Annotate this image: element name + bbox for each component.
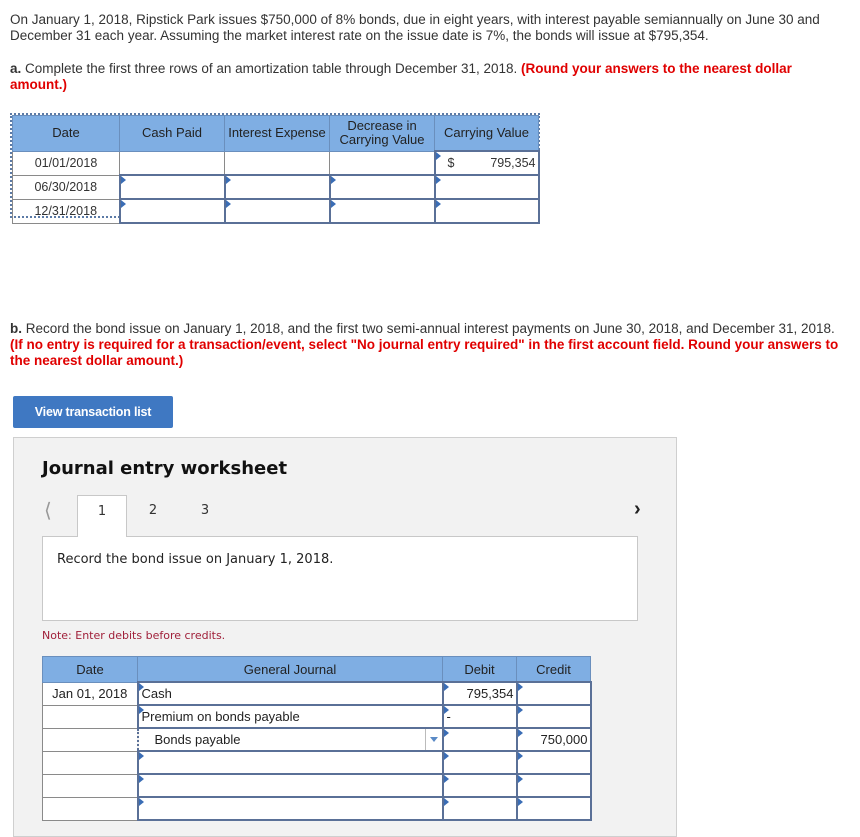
- worksheet-title: Journal entry worksheet: [42, 458, 288, 479]
- journal-row: [42, 796, 592, 821]
- decrease-cell: [329, 150, 435, 176]
- account-input[interactable]: Cash: [136, 681, 444, 706]
- row-date: 12/31/2018: [12, 198, 120, 224]
- interest-expense-input[interactable]: [223, 198, 331, 224]
- journal-header-row: Date General Journal Debit Credit: [42, 656, 591, 683]
- cash-paid-input[interactable]: [118, 174, 226, 200]
- row-date: 06/30/2018: [12, 174, 120, 200]
- amortization-table: Date Cash Paid Interest Expense Decrease…: [10, 113, 540, 224]
- part-a-text: Complete the first three rows of an amor…: [21, 61, 522, 76]
- account-input[interactable]: [136, 796, 444, 821]
- entry-date: [42, 727, 138, 752]
- credit-input[interactable]: [515, 773, 592, 798]
- part-b-text: Record the bond issue on January 1, 2018…: [22, 321, 835, 336]
- header-cash-paid: Cash Paid: [119, 115, 225, 152]
- credit-input[interactable]: [515, 796, 592, 821]
- chevron-left-icon[interactable]: ⟨: [44, 498, 52, 523]
- selected-account: Bonds payable: [154, 732, 241, 747]
- debit-input[interactable]: -: [441, 704, 518, 729]
- entry-date: Jan 01, 2018: [42, 681, 138, 706]
- part-a-label: a.: [10, 61, 22, 76]
- carrying-value-input[interactable]: $795,354: [433, 150, 540, 176]
- journal-row: Bonds payable 750,000: [42, 727, 592, 752]
- account-input[interactable]: Premium on bonds payable: [136, 704, 444, 729]
- amortization-row: 01/01/2018 $795,354: [12, 150, 540, 176]
- account-input[interactable]: [136, 750, 444, 775]
- journal-row: [42, 750, 592, 775]
- debit-input[interactable]: [441, 796, 518, 821]
- credit-input[interactable]: 750,000: [515, 727, 592, 752]
- carrying-value-input[interactable]: [433, 198, 540, 224]
- tab-2[interactable]: 2: [128, 495, 178, 537]
- header-date: Date: [42, 656, 138, 683]
- cash-paid-input[interactable]: [118, 198, 226, 224]
- entry-date: [42, 773, 138, 798]
- decrease-input[interactable]: [328, 198, 436, 224]
- row-date: 01/01/2018: [12, 150, 120, 176]
- note-text: Note: Enter debits before credits.: [42, 629, 226, 642]
- view-transaction-list-button[interactable]: View transaction list: [13, 396, 173, 428]
- part-b-instruction: (If no entry is required for a transacti…: [10, 337, 839, 368]
- entry-date: [42, 796, 138, 821]
- interest-expense-input[interactable]: [223, 174, 331, 200]
- decrease-input[interactable]: [328, 174, 436, 200]
- entry-date: [42, 704, 138, 729]
- header-date: Date: [12, 115, 120, 152]
- dropdown-arrow-icon[interactable]: [424, 729, 442, 750]
- amortization-row: 12/31/2018: [12, 198, 540, 224]
- interest-expense-cell: [224, 150, 330, 176]
- credit-input[interactable]: [515, 681, 592, 706]
- journal-row: Jan 01, 2018 Cash 795,354: [42, 681, 592, 706]
- entry-date: [42, 750, 138, 775]
- journal-row: Premium on bonds payable -: [42, 704, 592, 729]
- tab-1[interactable]: 1: [77, 495, 127, 537]
- debit-input[interactable]: [441, 727, 518, 752]
- header-credit: Credit: [516, 656, 591, 683]
- debit-input[interactable]: 795,354: [441, 681, 518, 706]
- credit-input[interactable]: [515, 750, 592, 775]
- cash-paid-cell: [119, 150, 225, 176]
- journal-row: [42, 773, 592, 798]
- part-b-label: b.: [10, 321, 22, 336]
- chevron-right-icon[interactable]: ›: [634, 498, 641, 521]
- account-input[interactable]: [136, 773, 444, 798]
- part-b-prompt: b. Record the bond issue on January 1, 2…: [10, 321, 840, 369]
- header-carrying-value: Carrying Value: [434, 115, 539, 152]
- credit-input[interactable]: [515, 704, 592, 729]
- journal-entry-worksheet: Journal entry worksheet ⟨ 1 2 3 › Record…: [13, 437, 677, 837]
- header-decrease-carrying-value: Decrease in Carrying Value: [329, 115, 435, 152]
- problem-intro: On January 1, 2018, Ripstick Park issues…: [10, 12, 820, 43]
- tab-3[interactable]: 3: [180, 495, 230, 537]
- amortization-row: 06/30/2018: [12, 174, 540, 200]
- carrying-value-input[interactable]: [433, 174, 540, 200]
- account-select[interactable]: Bonds payable: [136, 727, 444, 752]
- header-general-journal: General Journal: [137, 656, 443, 683]
- header-debit: Debit: [442, 656, 517, 683]
- debit-input[interactable]: [441, 750, 518, 775]
- currency-symbol: $: [447, 156, 455, 170]
- amortization-header-row: Date Cash Paid Interest Expense Decrease…: [12, 115, 539, 152]
- instruction-box: Record the bond issue on January 1, 2018…: [42, 536, 638, 621]
- journal-table: Date General Journal Debit Credit Jan 01…: [42, 656, 592, 821]
- debit-input[interactable]: [441, 773, 518, 798]
- part-a-prompt: a. Complete the first three rows of an a…: [10, 61, 840, 93]
- header-interest-expense: Interest Expense: [224, 115, 330, 152]
- carrying-value: 795,354: [490, 156, 536, 170]
- instruction-text: Record the bond issue on January 1, 2018…: [57, 552, 334, 567]
